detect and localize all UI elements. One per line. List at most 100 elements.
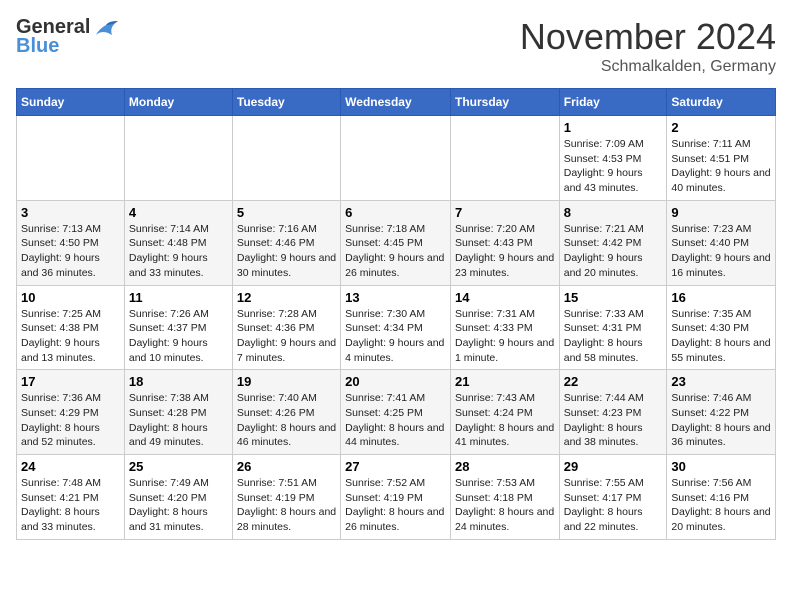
calendar-cell: 17Sunrise: 7:36 AM Sunset: 4:29 PM Dayli… xyxy=(17,370,125,455)
day-info: Sunrise: 7:53 AM Sunset: 4:18 PM Dayligh… xyxy=(455,476,555,535)
calendar-cell: 27Sunrise: 7:52 AM Sunset: 4:19 PM Dayli… xyxy=(341,455,451,540)
day-info: Sunrise: 7:44 AM Sunset: 4:23 PM Dayligh… xyxy=(564,391,663,450)
calendar-week-2: 3 Sunrise: 7:13 AM Sunset: 4:50 PM Daylig… xyxy=(17,200,776,285)
day-number: 7 xyxy=(455,205,555,220)
day-info: Sunrise: 7:28 AM Sunset: 4:36 PM Dayligh… xyxy=(237,307,336,366)
calendar-cell xyxy=(17,116,125,201)
day-info: Sunrise: 7:41 AM Sunset: 4:25 PM Dayligh… xyxy=(345,391,446,450)
day-info: Sunrise: 7:51 AM Sunset: 4:19 PM Dayligh… xyxy=(237,476,336,535)
calendar-cell: 10Sunrise: 7:25 AM Sunset: 4:38 PM Dayli… xyxy=(17,285,125,370)
day-info: Sunrise: 7:16 AM Sunset: 4:46 PM Dayligh… xyxy=(237,222,336,281)
day-number: 23 xyxy=(671,374,771,389)
calendar-cell: 1 Sunrise: 7:09 AM Sunset: 4:53 PM Daylig… xyxy=(559,116,667,201)
day-number: 14 xyxy=(455,290,555,305)
day-info: Sunrise: 7:43 AM Sunset: 4:24 PM Dayligh… xyxy=(455,391,555,450)
weekday-header-monday: Monday xyxy=(124,89,232,116)
title-block: November 2024 Schmalkalden, Germany xyxy=(520,16,776,76)
day-info: Sunrise: 7:18 AM Sunset: 4:45 PM Dayligh… xyxy=(345,222,446,281)
page-header: General Blue November 2024 Schmalkalden,… xyxy=(16,16,776,76)
day-info: Sunrise: 7:40 AM Sunset: 4:26 PM Dayligh… xyxy=(237,391,336,450)
calendar-cell xyxy=(124,116,232,201)
day-number: 22 xyxy=(564,374,663,389)
day-number: 27 xyxy=(345,459,446,474)
day-number: 25 xyxy=(129,459,228,474)
calendar-cell: 19 Sunrise: 7:40 AM Sunset: 4:26 PM Dayli… xyxy=(232,370,340,455)
weekday-header-row: SundayMondayTuesdayWednesdayThursdayFrid… xyxy=(17,89,776,116)
day-number: 24 xyxy=(21,459,120,474)
weekday-header-friday: Friday xyxy=(559,89,667,116)
calendar-cell: 21 Sunrise: 7:43 AM Sunset: 4:24 PM Dayli… xyxy=(450,370,559,455)
calendar-cell: 26 Sunrise: 7:51 AM Sunset: 4:19 PM Dayli… xyxy=(232,455,340,540)
weekday-header-sunday: Sunday xyxy=(17,89,125,116)
calendar-cell: 30 Sunrise: 7:56 AM Sunset: 4:16 PM Dayli… xyxy=(667,455,776,540)
logo-bird-icon xyxy=(92,17,120,39)
calendar-cell: 8 Sunrise: 7:21 AM Sunset: 4:42 PM Daylig… xyxy=(559,200,667,285)
day-number: 1 xyxy=(564,120,663,135)
calendar-cell: 9 Sunrise: 7:23 AM Sunset: 4:40 PM Daylig… xyxy=(667,200,776,285)
day-number: 18 xyxy=(129,374,228,389)
day-number: 2 xyxy=(671,120,771,135)
calendar-week-3: 10Sunrise: 7:25 AM Sunset: 4:38 PM Dayli… xyxy=(17,285,776,370)
calendar-cell xyxy=(450,116,559,201)
day-info: Sunrise: 7:30 AM Sunset: 4:34 PM Dayligh… xyxy=(345,307,446,366)
day-number: 29 xyxy=(564,459,663,474)
day-info: Sunrise: 7:13 AM Sunset: 4:50 PM Dayligh… xyxy=(21,222,120,281)
calendar-cell: 4Sunrise: 7:14 AM Sunset: 4:48 PM Daylig… xyxy=(124,200,232,285)
calendar-cell: 13 Sunrise: 7:30 AM Sunset: 4:34 PM Dayli… xyxy=(341,285,451,370)
day-info: Sunrise: 7:31 AM Sunset: 4:33 PM Dayligh… xyxy=(455,307,555,366)
day-info: Sunrise: 7:55 AM Sunset: 4:17 PM Dayligh… xyxy=(564,476,663,535)
calendar-cell: 18 Sunrise: 7:38 AM Sunset: 4:28 PM Dayli… xyxy=(124,370,232,455)
day-number: 28 xyxy=(455,459,555,474)
location-title: Schmalkalden, Germany xyxy=(520,58,776,76)
day-number: 8 xyxy=(564,205,663,220)
calendar-cell xyxy=(232,116,340,201)
calendar-cell: 24 Sunrise: 7:48 AM Sunset: 4:21 PM Dayli… xyxy=(17,455,125,540)
calendar-cell: 22 Sunrise: 7:44 AM Sunset: 4:23 PM Dayli… xyxy=(559,370,667,455)
day-number: 19 xyxy=(237,374,336,389)
day-info: Sunrise: 7:14 AM Sunset: 4:48 PM Dayligh… xyxy=(129,222,228,281)
logo: General Blue xyxy=(16,16,120,58)
day-number: 11 xyxy=(129,290,228,305)
calendar-cell: 3 Sunrise: 7:13 AM Sunset: 4:50 PM Daylig… xyxy=(17,200,125,285)
day-info: Sunrise: 7:48 AM Sunset: 4:21 PM Dayligh… xyxy=(21,476,120,535)
day-number: 21 xyxy=(455,374,555,389)
day-info: Sunrise: 7:38 AM Sunset: 4:28 PM Dayligh… xyxy=(129,391,228,450)
calendar-cell: 16 Sunrise: 7:35 AM Sunset: 4:30 PM Dayli… xyxy=(667,285,776,370)
day-number: 13 xyxy=(345,290,446,305)
calendar-week-1: 1 Sunrise: 7:09 AM Sunset: 4:53 PM Daylig… xyxy=(17,116,776,201)
day-info: Sunrise: 7:36 AM Sunset: 4:29 PM Dayligh… xyxy=(21,391,120,450)
day-number: 16 xyxy=(671,290,771,305)
day-number: 9 xyxy=(671,205,771,220)
calendar-cell: 15 Sunrise: 7:33 AM Sunset: 4:31 PM Dayli… xyxy=(559,285,667,370)
day-info: Sunrise: 7:23 AM Sunset: 4:40 PM Dayligh… xyxy=(671,222,771,281)
day-info: Sunrise: 7:56 AM Sunset: 4:16 PM Dayligh… xyxy=(671,476,771,535)
day-info: Sunrise: 7:33 AM Sunset: 4:31 PM Dayligh… xyxy=(564,307,663,366)
day-info: Sunrise: 7:09 AM Sunset: 4:53 PM Dayligh… xyxy=(564,137,663,196)
day-number: 15 xyxy=(564,290,663,305)
day-number: 6 xyxy=(345,205,446,220)
calendar-cell: 7 Sunrise: 7:20 AM Sunset: 4:43 PM Daylig… xyxy=(450,200,559,285)
day-number: 30 xyxy=(671,459,771,474)
logo-blue: Blue xyxy=(16,35,59,58)
day-info: Sunrise: 7:35 AM Sunset: 4:30 PM Dayligh… xyxy=(671,307,771,366)
day-number: 5 xyxy=(237,205,336,220)
day-number: 26 xyxy=(237,459,336,474)
calendar-cell: 6 Sunrise: 7:18 AM Sunset: 4:45 PM Daylig… xyxy=(341,200,451,285)
calendar-cell: 11 Sunrise: 7:26 AM Sunset: 4:37 PM Dayli… xyxy=(124,285,232,370)
calendar-cell: 29 Sunrise: 7:55 AM Sunset: 4:17 PM Dayli… xyxy=(559,455,667,540)
day-number: 12 xyxy=(237,290,336,305)
day-info: Sunrise: 7:26 AM Sunset: 4:37 PM Dayligh… xyxy=(129,307,228,366)
calendar-cell: 14 Sunrise: 7:31 AM Sunset: 4:33 PM Dayli… xyxy=(450,285,559,370)
day-info: Sunrise: 7:49 AM Sunset: 4:20 PM Dayligh… xyxy=(129,476,228,535)
calendar-week-4: 17Sunrise: 7:36 AM Sunset: 4:29 PM Dayli… xyxy=(17,370,776,455)
calendar-cell: 28 Sunrise: 7:53 AM Sunset: 4:18 PM Dayli… xyxy=(450,455,559,540)
day-info: Sunrise: 7:20 AM Sunset: 4:43 PM Dayligh… xyxy=(455,222,555,281)
weekday-header-wednesday: Wednesday xyxy=(341,89,451,116)
day-info: Sunrise: 7:21 AM Sunset: 4:42 PM Dayligh… xyxy=(564,222,663,281)
weekday-header-saturday: Saturday xyxy=(667,89,776,116)
weekday-header-tuesday: Tuesday xyxy=(232,89,340,116)
calendar-cell: 2Sunrise: 7:11 AM Sunset: 4:51 PM Daylig… xyxy=(667,116,776,201)
day-number: 10 xyxy=(21,290,120,305)
day-number: 3 xyxy=(21,205,120,220)
weekday-header-thursday: Thursday xyxy=(450,89,559,116)
